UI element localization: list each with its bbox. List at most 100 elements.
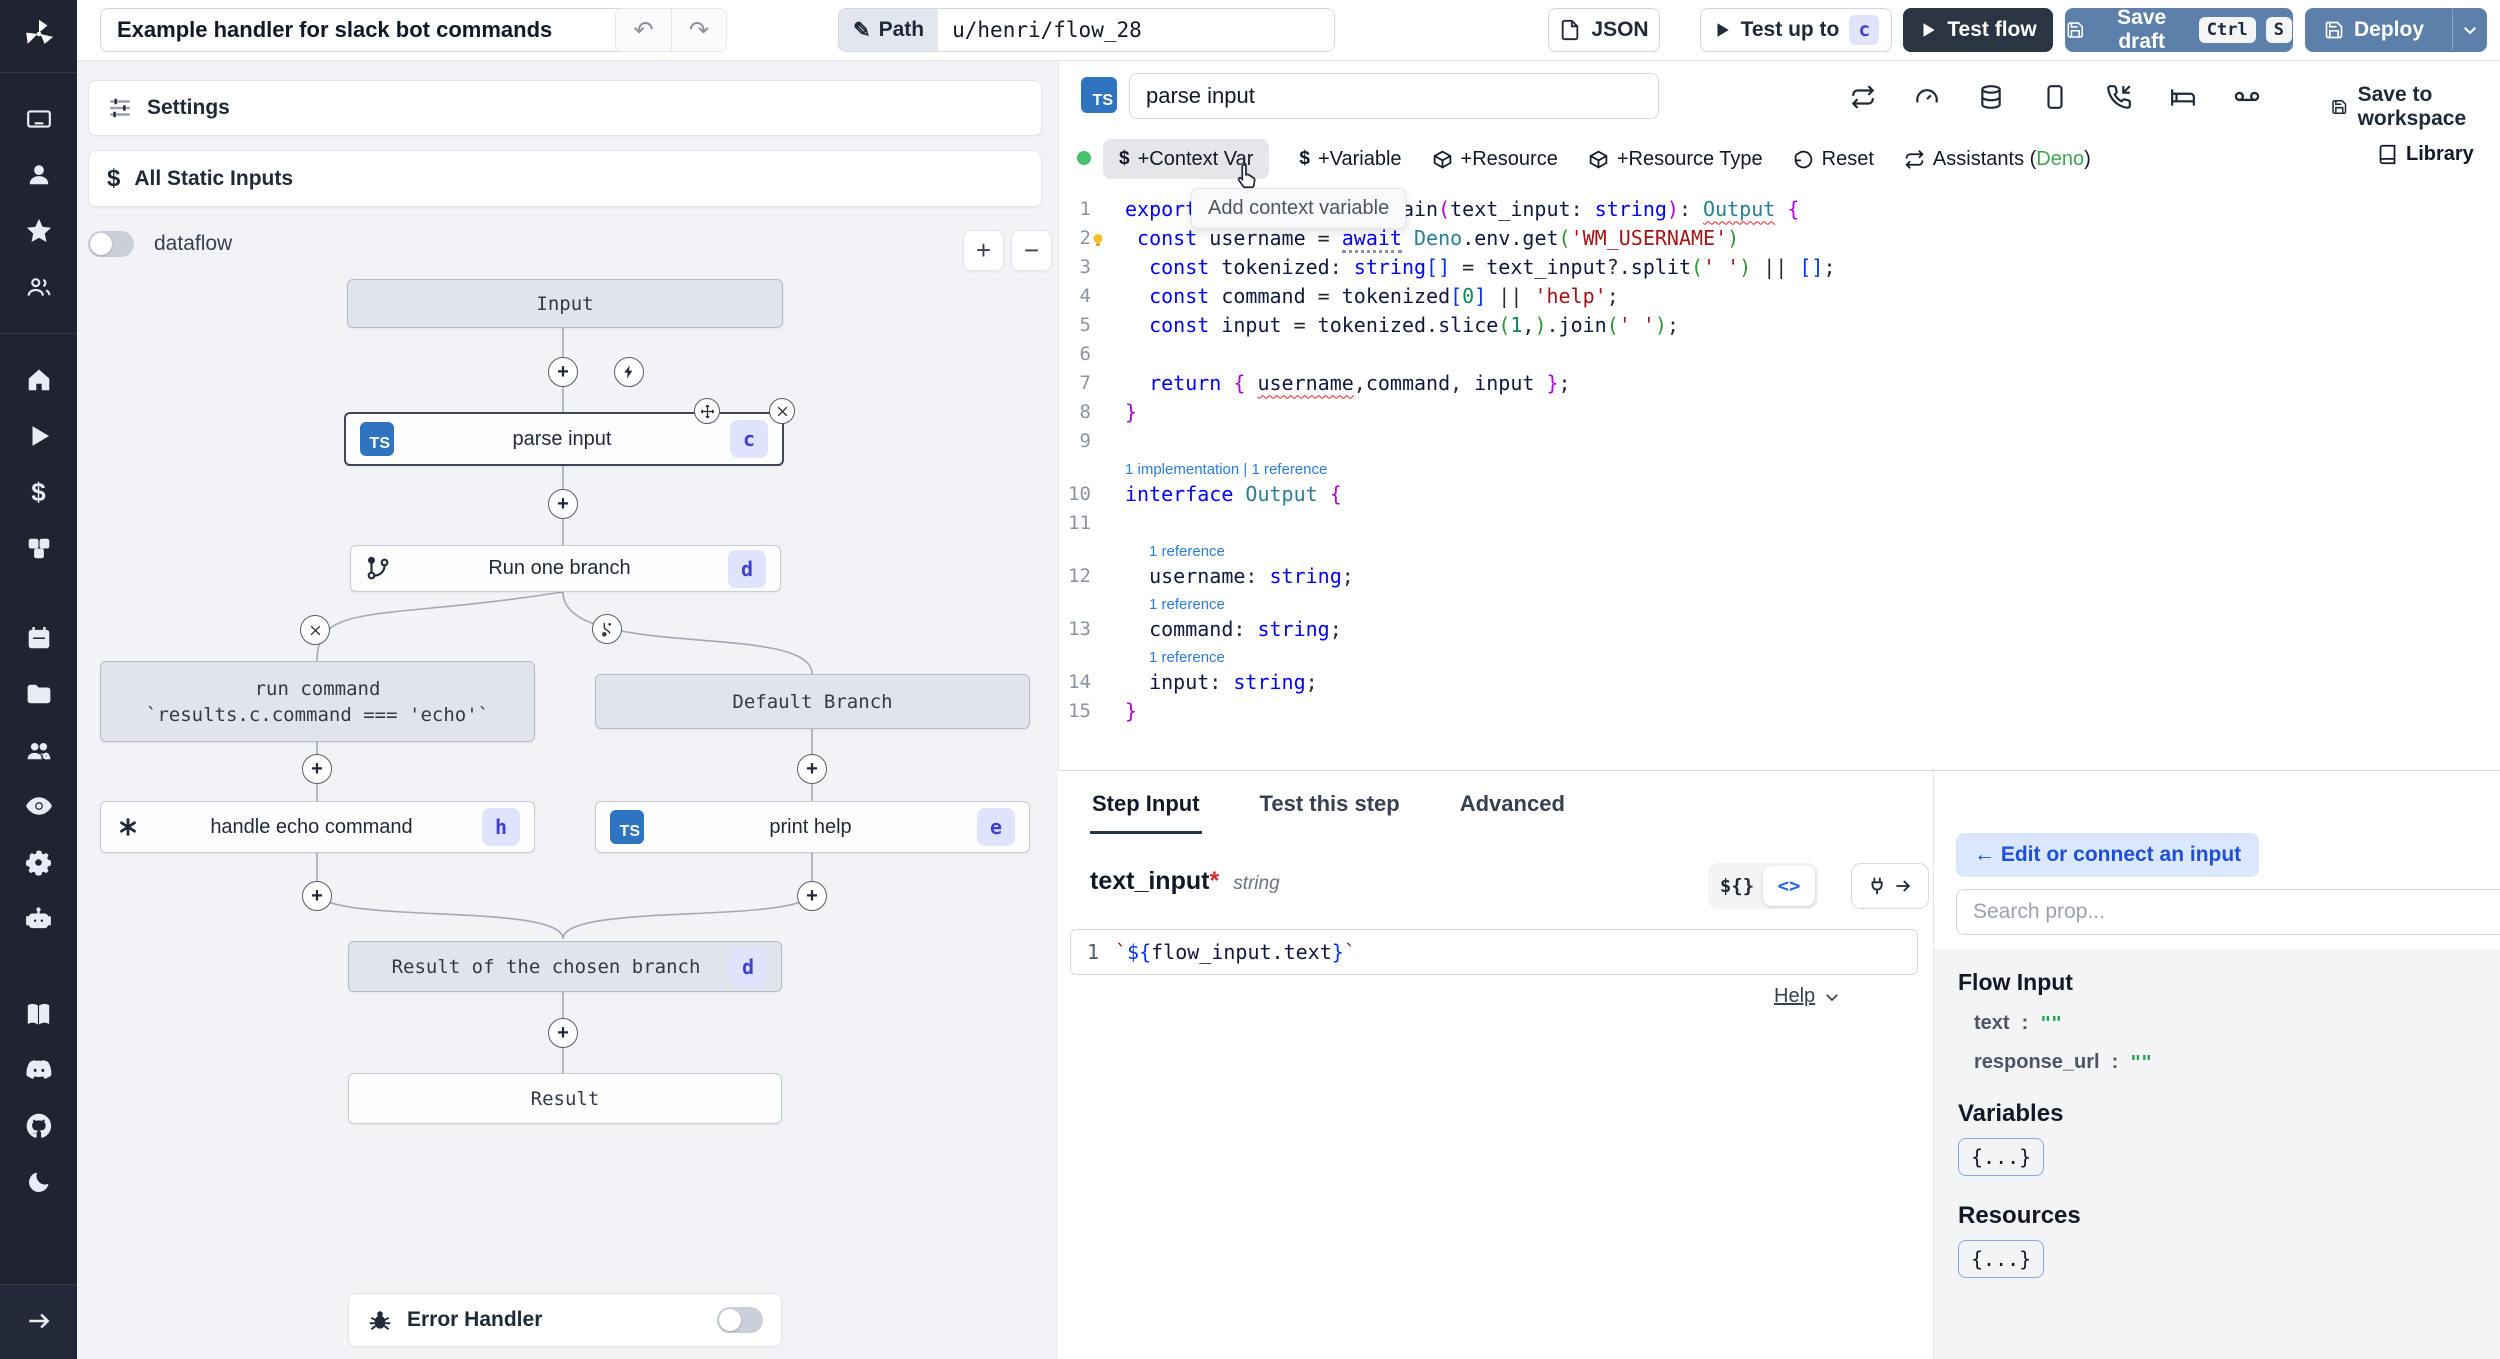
assistants-button[interactable]: Assistants (Deno) (1904, 139, 2091, 179)
undo-button[interactable]: ↶ (616, 9, 671, 51)
users-icon[interactable] (19, 267, 59, 307)
add-step-button[interactable]: + (548, 1018, 578, 1048)
node-result[interactable]: Result (348, 1073, 782, 1124)
audit-logs-icon[interactable] (19, 786, 59, 826)
docs-icon[interactable] (19, 994, 59, 1034)
github-icon[interactable] (19, 1106, 59, 1146)
bed-icon[interactable] (2169, 83, 2197, 111)
node-input[interactable]: Input (347, 279, 783, 328)
remove-branch-button[interactable] (300, 615, 330, 645)
voicemail-icon[interactable] (2233, 83, 2261, 111)
apps-icon[interactable] (19, 99, 59, 139)
add-step-button[interactable]: + (302, 754, 332, 784)
flow-title-input[interactable] (100, 8, 645, 52)
gauge-icon[interactable] (1913, 83, 1941, 111)
node-parse-input[interactable]: TS parse input c (344, 412, 784, 466)
add-resource-button[interactable]: +Resource (1432, 139, 1558, 179)
all-static-inputs-button[interactable]: $ All Static Inputs (88, 150, 1042, 207)
variables-expand-chip[interactable]: {...} (1958, 1138, 2045, 1176)
zoom-in-button[interactable]: + (963, 230, 1004, 271)
save-to-workspace-button[interactable]: Save to workspace (2331, 83, 2500, 131)
codelens-link[interactable]: 1 reference (1149, 543, 1225, 560)
flow-settings-button[interactable]: Settings (88, 80, 1042, 136)
node-print-help[interactable]: TS print help e (595, 801, 1030, 853)
expression-input[interactable]: 1 `${flow_input.text}` (1070, 929, 1918, 975)
test-flow-button[interactable]: Test flow (1903, 8, 2053, 52)
schedules-icon[interactable] (19, 618, 59, 658)
test-up-to-button[interactable]: Test up to c (1700, 8, 1892, 52)
node-handle-echo-command[interactable]: handle echo command h (100, 801, 535, 853)
help-link[interactable]: Help (1774, 985, 1841, 1008)
code-editor[interactable]: 1export async function main(text_input: … (1059, 194, 2500, 725)
pencil-icon: ✎ (853, 18, 871, 42)
tab-test-this-step[interactable]: Test this step (1258, 781, 1402, 834)
deploy-dropdown-caret[interactable] (2452, 9, 2486, 51)
redo-button[interactable]: ↷ (671, 9, 726, 51)
node-run-one-branch[interactable]: Run one branch d (350, 545, 781, 592)
save-draft-button[interactable]: Save draft Ctrl S (2065, 6, 2293, 53)
error-handler-card[interactable]: Error Handler (348, 1293, 782, 1347)
tab-step-input[interactable]: Step Input (1090, 781, 1202, 834)
add-step-button[interactable]: + (797, 881, 827, 911)
code-token: ) (1534, 312, 1547, 337)
codelens-link[interactable]: 1 implementation | 1 reference (1125, 461, 1327, 478)
database-icon[interactable] (1977, 83, 2005, 111)
step-name-input[interactable] (1129, 73, 1659, 119)
code-token: ; (1305, 669, 1318, 694)
repeat-icon[interactable] (1849, 83, 1877, 111)
groups-icon[interactable] (19, 730, 59, 770)
json-mode-button[interactable]: ${} (1711, 875, 1763, 897)
resources-icon[interactable] (19, 528, 59, 568)
smartphone-icon[interactable] (2041, 83, 2069, 111)
node-result-of-chosen-branch[interactable]: Result of the chosen branch d (348, 941, 782, 992)
star-icon[interactable] (19, 211, 59, 251)
zoom-out-button[interactable]: − (1011, 230, 1052, 271)
variables-icon[interactable]: $ (19, 472, 59, 512)
prop-row-text[interactable]: text : "" (1974, 1012, 2477, 1035)
code-token: interface (1125, 481, 1246, 506)
folders-icon[interactable] (19, 674, 59, 714)
edit-or-connect-button[interactable]: ← Edit or connect an input (1956, 833, 2260, 877)
dark-mode-icon[interactable] (19, 1162, 59, 1202)
dataflow-toggle[interactable] (88, 231, 134, 257)
node-branch-run-command[interactable]: run command `results.c.command === 'echo… (100, 661, 535, 742)
prop-row-response-url[interactable]: response_url : "" (1974, 1051, 2477, 1074)
connect-input-button[interactable] (1851, 863, 1929, 909)
code-mode-button[interactable]: <> (1763, 866, 1815, 906)
windmill-logo-icon[interactable] (19, 14, 59, 54)
deploy-button[interactable]: Deploy (2305, 8, 2487, 52)
runs-icon[interactable] (19, 416, 59, 456)
phone-incoming-icon[interactable] (2105, 83, 2133, 111)
reset-button[interactable]: Reset (1793, 139, 1874, 179)
settings-icon[interactable] (19, 842, 59, 882)
error-handler-toggle[interactable] (717, 1307, 763, 1333)
codelens-link[interactable]: 1 reference (1149, 649, 1225, 666)
search-prop-input[interactable] (1956, 889, 2500, 935)
add-branch-button[interactable] (592, 614, 622, 644)
move-step-button[interactable] (694, 398, 720, 424)
codelens-link[interactable]: 1 reference (1149, 596, 1225, 613)
add-step-button[interactable]: + (302, 881, 332, 911)
bolt-icon (624, 365, 633, 379)
resources-expand-chip[interactable]: {...} (1958, 1240, 2045, 1278)
library-button[interactable]: Library (2377, 143, 2474, 166)
add-resource-type-button[interactable]: +Resource Type (1588, 139, 1763, 179)
workers-icon[interactable] (19, 898, 59, 938)
delete-step-button[interactable] (769, 398, 795, 424)
book-icon (2379, 144, 2396, 165)
user-icon[interactable] (19, 155, 59, 195)
path-input[interactable] (938, 9, 1334, 51)
tab-advanced[interactable]: Advanced (1458, 781, 1567, 834)
code-token: ] (1474, 283, 1487, 308)
json-button[interactable]: JSON (1548, 8, 1660, 52)
expand-sidebar-icon[interactable] (19, 1301, 59, 1341)
trigger-bolt-button[interactable] (614, 357, 644, 387)
node-default-branch[interactable]: Default Branch (595, 674, 1030, 729)
add-variable-button[interactable]: $ +Variable (1299, 139, 1401, 179)
discord-icon[interactable] (19, 1050, 59, 1090)
add-step-button[interactable]: + (548, 489, 578, 519)
resources-title: Resources (1958, 1202, 2081, 1229)
home-icon[interactable] (19, 360, 59, 400)
add-step-button[interactable]: + (797, 754, 827, 784)
add-step-button[interactable]: + (548, 357, 578, 387)
